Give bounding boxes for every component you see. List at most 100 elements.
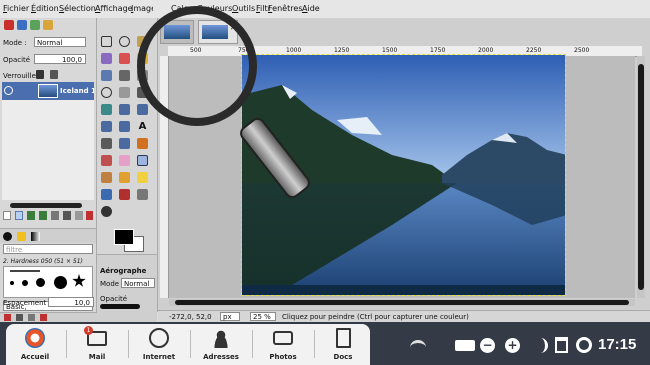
layer-mode-label: Mode : xyxy=(3,39,27,47)
foreground-select-tool-icon[interactable] xyxy=(101,70,112,81)
scale-tool-icon[interactable] xyxy=(101,121,112,132)
menu-select[interactable]: Sélection xyxy=(59,4,96,13)
new-group-icon[interactable] xyxy=(15,211,23,220)
pencil-tool-icon[interactable] xyxy=(137,138,148,149)
menu-file[interactable]: Fichier xyxy=(3,4,29,13)
trash-icon[interactable] xyxy=(555,337,568,353)
unit-select[interactable]: px xyxy=(220,312,240,321)
lower-layer-icon[interactable] xyxy=(39,211,47,220)
menu-help[interactable]: Aide xyxy=(302,4,320,13)
app-home[interactable]: Accueil xyxy=(6,324,64,365)
night-mode-icon[interactable] xyxy=(533,338,548,353)
color-select-tool-icon[interactable] xyxy=(119,53,130,64)
app-label: Accueil xyxy=(20,353,50,361)
layer-mode-select[interactable]: Normal xyxy=(34,37,86,47)
app-photos[interactable]: Photos xyxy=(254,324,312,365)
mask-layer-icon[interactable] xyxy=(75,211,83,220)
patterns-tab-icon[interactable] xyxy=(17,232,26,241)
tool-opacity-slider[interactable] xyxy=(100,304,140,309)
horizontal-scrollbar[interactable] xyxy=(169,299,635,306)
lock-position-icon[interactable] xyxy=(50,70,58,79)
layers-scrollbar[interactable] xyxy=(10,203,82,208)
duplicate-layer-icon[interactable] xyxy=(51,211,59,220)
zoom-tool-icon[interactable] xyxy=(101,87,112,98)
canvas-area[interactable] xyxy=(137,6,635,298)
brush-duplicate-icon[interactable] xyxy=(28,314,35,321)
brush-delete-icon[interactable] xyxy=(40,314,47,321)
menu-image[interactable]: Image xyxy=(131,4,153,13)
volume-down-icon[interactable]: − xyxy=(480,338,495,353)
bucket-fill-tool-icon[interactable] xyxy=(101,189,112,200)
smudge-tool-icon[interactable] xyxy=(137,189,148,200)
brush-new-icon[interactable] xyxy=(16,314,23,321)
volume-up-icon[interactable]: + xyxy=(505,338,520,353)
channels-tab-icon[interactable] xyxy=(17,20,27,30)
zoom-select[interactable]: 25 % xyxy=(250,312,276,321)
paintbrush-tool-icon[interactable] xyxy=(101,155,112,166)
delete-layer-icon[interactable] xyxy=(86,211,93,220)
brushes-tabs xyxy=(0,228,96,243)
app-internet[interactable]: Internet xyxy=(130,324,188,365)
menu-edit[interactable]: Édition xyxy=(31,4,59,13)
opacity-input[interactable]: 100,0 xyxy=(34,54,86,64)
visibility-eye-icon[interactable] xyxy=(4,86,13,95)
home-icon xyxy=(25,328,45,348)
app-label: Photos xyxy=(269,353,297,361)
spacing-input[interactable]: 10,0 xyxy=(48,297,94,307)
vertical-scrollbar[interactable] xyxy=(637,56,645,298)
perspective-tool-icon[interactable] xyxy=(101,138,112,149)
menu-windows[interactable]: Fenêtres xyxy=(268,4,302,13)
vertical-scroll-thumb[interactable] xyxy=(638,64,644,290)
heal-tool-icon[interactable] xyxy=(137,172,148,183)
layers-tab-icon[interactable] xyxy=(4,20,14,30)
clone-tool-icon[interactable] xyxy=(119,172,130,183)
clock: 17:15 xyxy=(598,336,637,353)
app-docs[interactable]: Docs xyxy=(314,324,372,365)
help-lifebuoy-icon[interactable] xyxy=(576,337,592,353)
new-layer-icon[interactable] xyxy=(3,211,11,220)
wifi-icon[interactable] xyxy=(410,340,426,355)
shear-tool-icon[interactable] xyxy=(119,121,130,132)
paths-tab-icon[interactable] xyxy=(30,20,40,30)
anchor-layer-icon[interactable] xyxy=(63,211,71,220)
blend-tool-icon[interactable] xyxy=(119,189,130,200)
paths-tool-icon[interactable] xyxy=(119,70,130,81)
rect-select-tool-icon[interactable] xyxy=(101,36,112,47)
menu-tools[interactable]: Outils xyxy=(232,4,255,13)
ink-tool-icon[interactable] xyxy=(101,172,112,183)
brushes-tab-icon[interactable] xyxy=(3,232,12,241)
measure-tool-icon[interactable] xyxy=(119,87,130,98)
eraser-tool-icon[interactable] xyxy=(119,155,130,166)
menu-view[interactable]: Affichage xyxy=(95,4,133,13)
horizontal-scroll-thumb[interactable] xyxy=(175,300,629,305)
crop-tool-icon[interactable] xyxy=(119,104,130,115)
rotate-tool-icon[interactable] xyxy=(137,104,148,115)
app-launcher: Accueil 1 Mail Internet Adresses Photos … xyxy=(6,324,370,365)
tool-mode-select[interactable]: Normal xyxy=(121,278,155,288)
brush-name: 2. Hardness 050 (51 × 51) xyxy=(3,258,83,265)
airbrush-tool-icon[interactable] xyxy=(137,155,148,166)
history-tab-icon[interactable] xyxy=(43,20,53,30)
flip-tool-icon[interactable] xyxy=(119,138,130,149)
text-tool-icon[interactable]: A xyxy=(137,121,148,132)
magnifier-lens-icon xyxy=(137,6,257,126)
layer-row[interactable]: Iceland 11.jpg xyxy=(2,82,94,100)
battery-icon[interactable] xyxy=(455,340,475,351)
dodge-burn-tool-icon[interactable] xyxy=(101,206,112,217)
brush-grid[interactable] xyxy=(3,266,93,298)
ellipse-select-tool-icon[interactable] xyxy=(119,36,130,47)
lock-pixels-icon[interactable] xyxy=(36,70,44,79)
contacts-icon xyxy=(211,328,231,348)
brush-edit-icon[interactable] xyxy=(4,314,11,321)
fuzzy-select-tool-icon[interactable] xyxy=(101,53,112,64)
brush-filter-input[interactable]: filtre xyxy=(3,244,93,254)
app-mail[interactable]: 1 Mail xyxy=(68,324,126,365)
app-contacts[interactable]: Adresses xyxy=(192,324,250,365)
tool-options-panel: Aérographe Mode Normal Opacité xyxy=(97,254,157,313)
align-tool-icon[interactable] xyxy=(101,104,112,115)
gradients-tab-icon[interactable] xyxy=(31,232,40,241)
raise-layer-icon[interactable] xyxy=(27,211,35,220)
ruler-mark: 1750 xyxy=(430,47,446,54)
camera-icon xyxy=(273,331,293,345)
ruler-mark: 1500 xyxy=(382,47,398,54)
